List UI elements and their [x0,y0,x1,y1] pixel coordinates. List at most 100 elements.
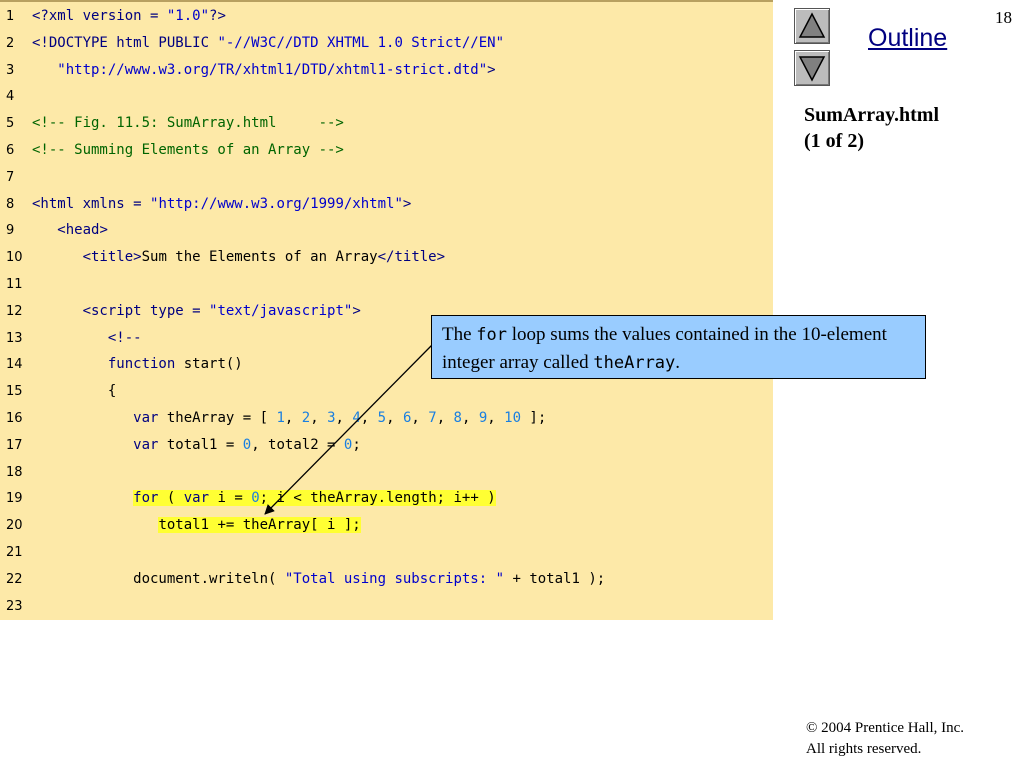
code-text: <html xmlns = "http://www.w3.org/1999/xh… [32,191,411,218]
code-line: 10 <title>Sum the Elements of an Array</… [0,244,773,271]
code-token: <!-- Summing Elements of an Array --> [32,142,344,158]
code-line: 11 [0,271,773,298]
code-text: <?xml version = "1.0"?> [32,3,226,30]
line-number: 20 [6,518,23,534]
code-token: > [402,195,412,212]
line-number: 5 [6,116,15,132]
code-text: <script type = "text/javascript"> [32,298,361,325]
line-number: 6 [6,143,15,158]
code-line: 16 var theArray = [ 1, 2, 3, 4, 5, 6, 7,… [0,405,773,432]
code-line: 4 [0,83,773,110]
code-token: <!DOCTYPE html PUBLIC [32,34,218,51]
line-number: 10 [6,250,23,266]
file-title-part: (1 of 2) [804,130,864,152]
top-rule [0,0,773,2]
code-text: <head> [32,217,108,244]
code-line: 21 [0,539,773,566]
code-line: 3 "http://www.w3.org/TR/xhtml1/DTD/xhtml… [0,57,773,84]
code-token: , [461,410,479,426]
code-token: <html xmlns = [32,195,151,212]
file-title-name: SumArray.html [804,104,939,126]
code-text: <!-- [32,325,142,352]
line-number: 16 [6,411,23,426]
next-slide-button[interactable] [794,50,830,86]
code-token: start() [175,356,243,373]
code-token: { [32,383,117,400]
code-text: function start() [32,351,243,378]
line-number: 12 [6,303,23,319]
code-token: <!-- Fig. 11.5: SumArray.html --> [32,115,344,132]
code-token: "text/javascript" [209,302,353,319]
code-token: total1 += theArray[ i ]; [158,517,361,534]
line-number: 15 [6,384,23,400]
code-token: ; [352,436,361,453]
code-token: 0 [251,490,260,507]
code-token: theArray = [ [158,410,277,426]
code-token: "http://www.w3.org/1999/xhtml" [150,195,403,212]
code-line: 22 document.writeln( "Total using subscr… [0,566,773,593]
line-number: 22 [6,571,23,587]
code-token: var [133,436,159,453]
code-line: 20 total1 += theArray[ i ]; [0,512,773,539]
outline-link[interactable]: Outline [868,24,947,53]
code-token: 4 [352,410,361,426]
code-token: var [183,490,210,507]
code-token: , total2 = [251,436,344,453]
line-number: 18 [6,464,23,480]
code-token: function [107,356,176,373]
copyright-line2: All rights reserved. [806,741,922,757]
line-number: 13 [6,330,23,346]
code-line: 9 <head> [0,217,773,244]
code-token: , [487,410,505,426]
code-token: <?xml version = [32,8,167,24]
code-token: 2 [301,410,311,426]
code-text: total1 += theArray[ i ]; [32,512,361,539]
code-text: { [32,378,116,405]
code-token: ]; [521,410,547,426]
code-token: 10 [504,410,521,426]
code-token: , [436,410,454,426]
code-token: 3 [327,410,336,426]
code-line: 15 { [0,378,773,405]
line-number: 8 [6,196,15,212]
previous-slide-button[interactable] [794,8,830,44]
code-token: , [360,410,378,426]
code-line: 6 <!-- Summing Elements of an Array --> [0,137,773,164]
slide-number: 18 [995,8,1012,27]
line-number: 7 [6,169,15,185]
code-line: 19 for ( var i = 0; i < theArray.length;… [0,485,773,512]
code-token: var [133,410,159,426]
line-number: 17 [6,437,23,453]
line-number: 21 [6,545,23,560]
code-line: 23 [0,593,773,620]
code-token: Sum the Elements of an Array [141,249,378,266]
code-text: <!-- Summing Elements of an Array --> [32,137,344,164]
line-number: 1 [6,9,15,24]
code-line: 17 var total1 = 0, total2 = 0; [0,432,773,459]
code-token: </title> [377,249,446,266]
code-text: var theArray = [ 1, 2, 3, 4, 5, 6, 7, 8,… [32,405,546,432]
code-listing: 1 <?xml version = "1.0"?> 2 <!DOCTYPE html … [0,0,773,620]
callout-code-thearray: theArray [593,353,676,373]
code-token: "http://www.w3.org/TR/xhtml1/DTD/xhtml1-… [57,61,488,78]
code-token: ( [158,490,184,507]
code-token: <head> [57,222,108,239]
code-token: document.writeln( [32,570,285,587]
line-number: 2 [6,35,15,51]
code-token: 8 [453,410,462,426]
code-line: 5 <!-- Fig. 11.5: SumArray.html --> [0,110,773,137]
code-token: total1 = [158,436,243,453]
callout-text-3: . [675,352,681,373]
code-line: 18 [0,459,773,486]
callout-code-for: for [476,325,508,345]
code-token: 5 [377,410,387,426]
code-token: 1 [276,410,285,426]
code-token: , [335,410,353,426]
